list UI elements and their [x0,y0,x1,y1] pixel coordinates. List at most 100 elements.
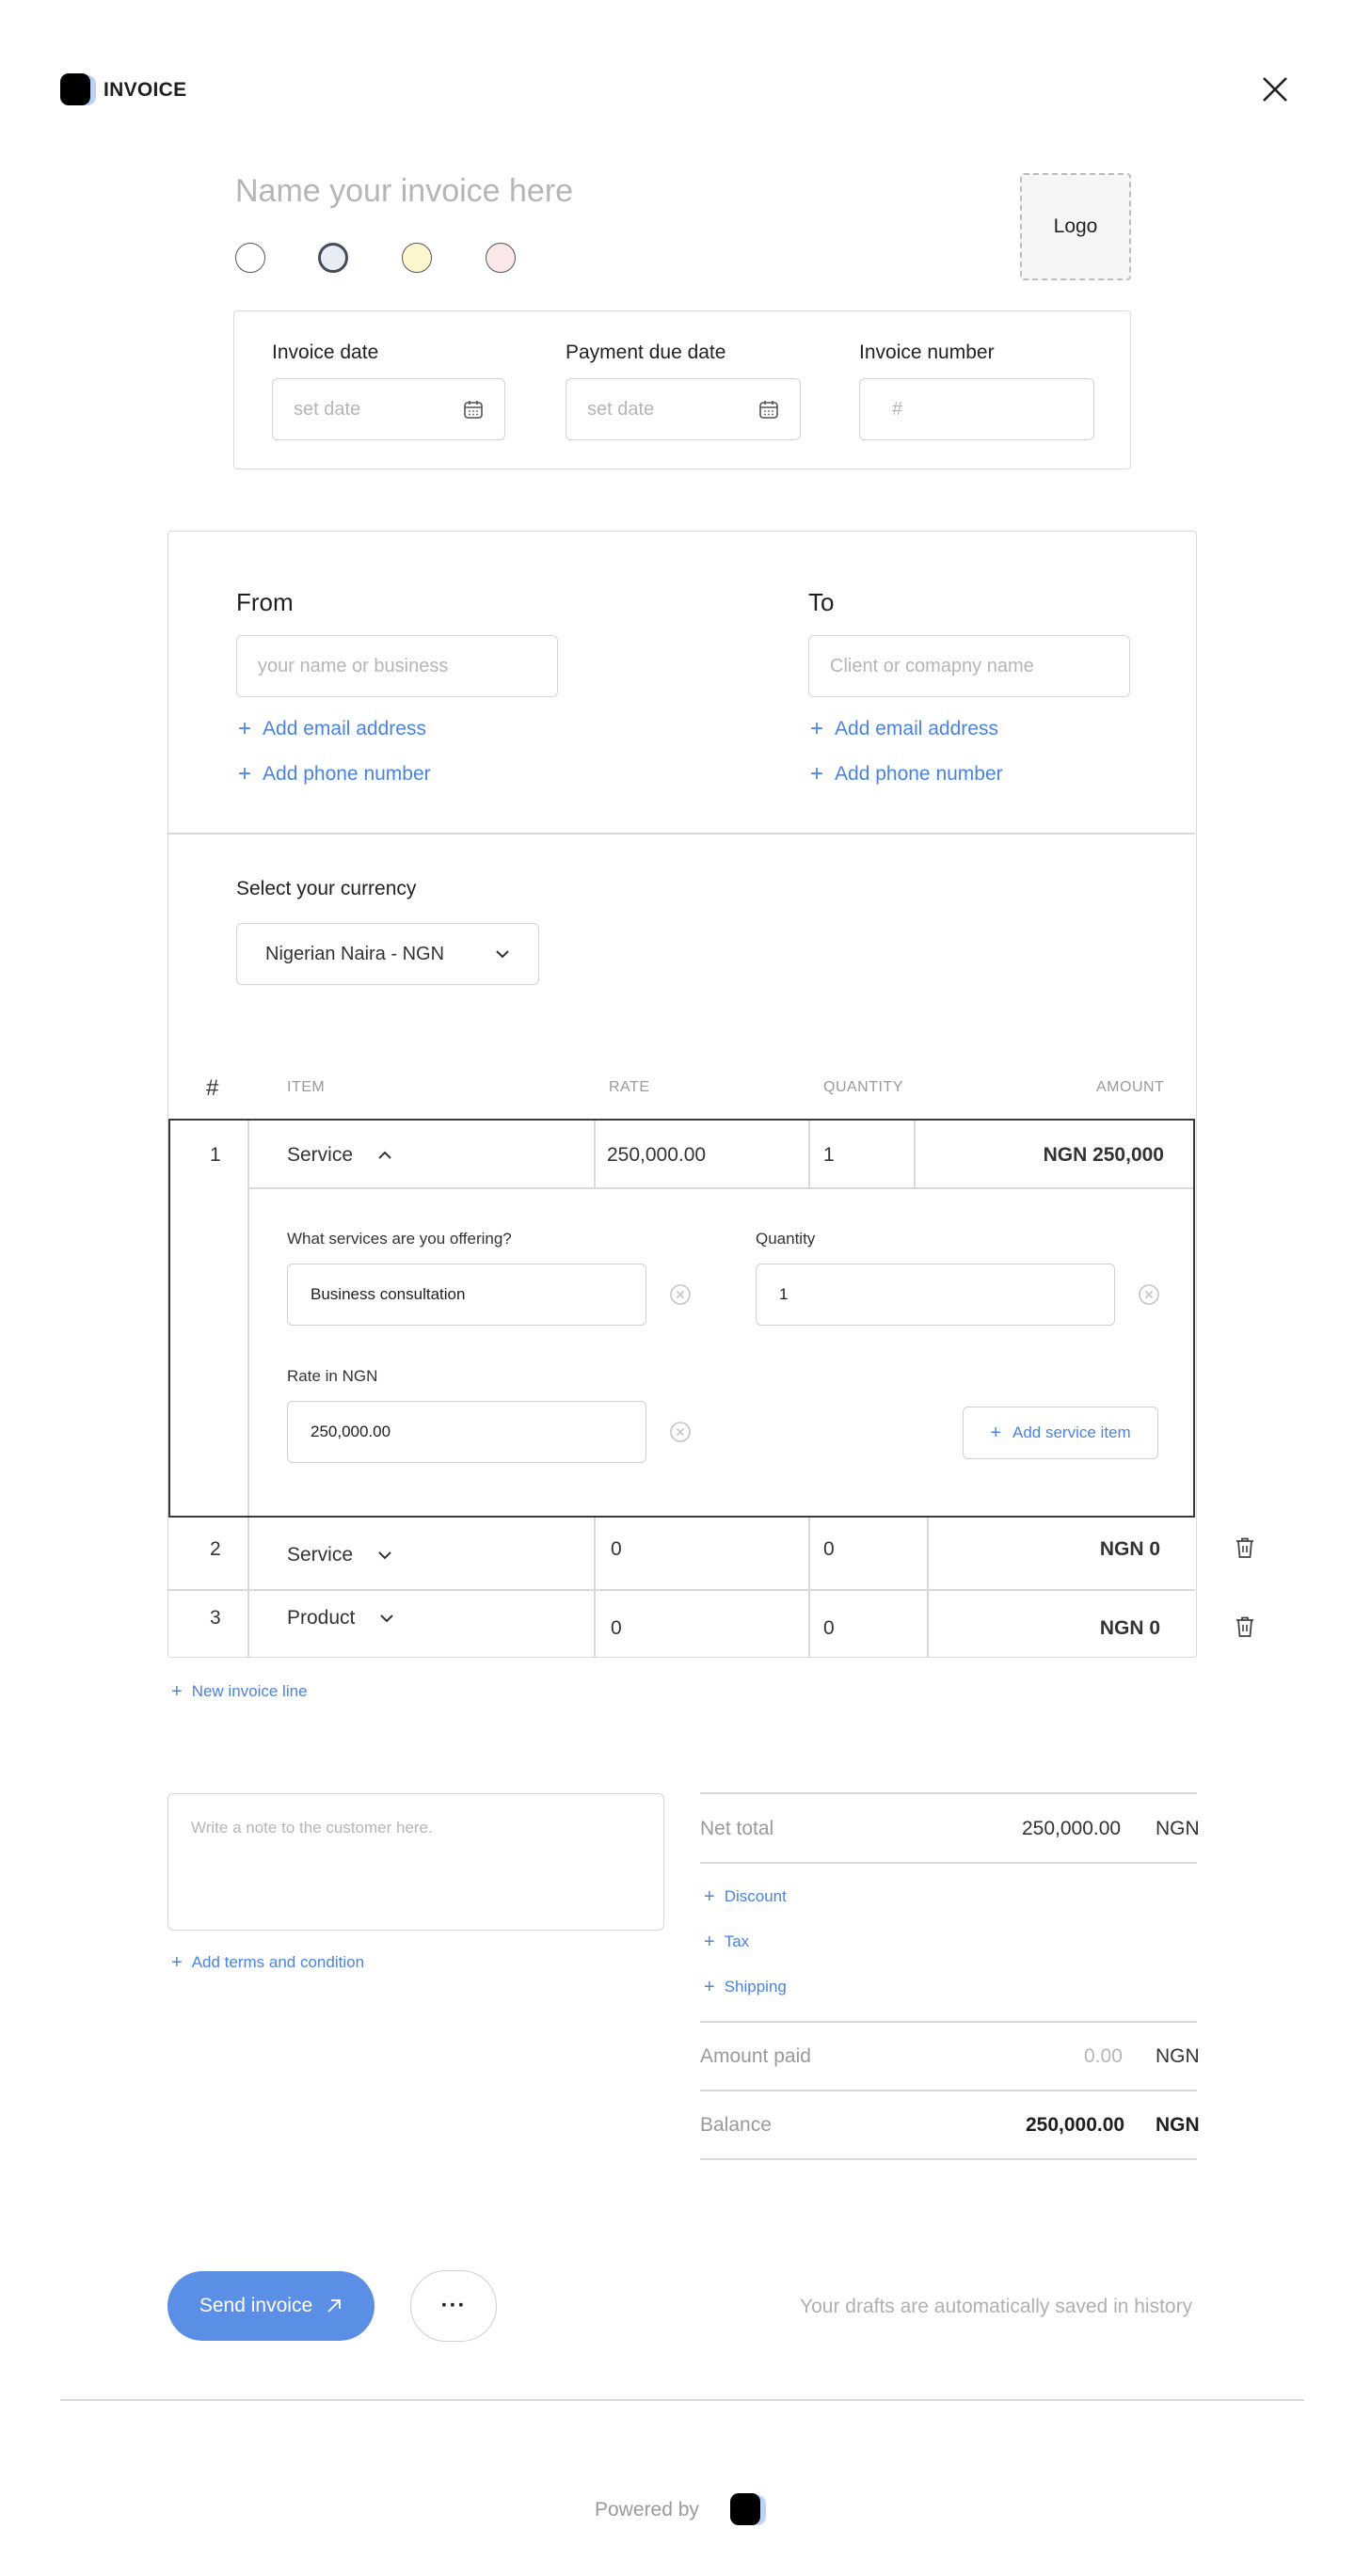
invoice-main-card: From your name or business + Add email a… [167,531,1197,1658]
color-swatch-yellow[interactable] [402,243,432,273]
send-invoice-button[interactable]: Send invoice [167,2271,375,2341]
drafts-note: Your drafts are automatically saved in h… [800,2296,1193,2317]
col-header-amount: AMOUNT [1096,1079,1165,1095]
more-icon: ··· [440,2293,467,2318]
footer-logo-icon [730,2493,766,2527]
add-discount-button[interactable]: + Discount [704,1887,787,1906]
calendar-icon [464,401,483,419]
plus-icon: + [704,1886,715,1907]
row-number: 1 [210,1144,221,1166]
from-name-input[interactable]: your name or business [236,635,558,697]
balance-value: 250,000.00 [1026,2114,1125,2136]
amount-paid-label: Amount paid [700,2045,811,2067]
due-date-placeholder: set date [587,398,655,420]
currency-selected: Nigerian Naira - NGN [265,943,445,964]
item-type-select[interactable]: Service [287,1544,392,1566]
quantity-cell[interactable]: 0 [823,1538,835,1561]
more-options-button[interactable]: ··· [410,2270,497,2342]
trash-icon[interactable] [1233,1535,1257,1560]
currency-label: Select your currency [236,878,417,899]
plus-icon: + [704,1932,715,1952]
net-total-label: Net total [700,1818,774,1839]
rate-cell[interactable]: 0 [611,1538,622,1561]
clear-icon[interactable] [669,1283,692,1306]
balance-currency: NGN [1156,2114,1200,2136]
item-type-label: Service [287,1544,354,1566]
invoice-number-field[interactable]: # [859,378,1094,440]
plus-icon: + [238,716,252,741]
footer-divider [60,2399,1304,2401]
from-name-placeholder: your name or business [258,655,449,676]
rate-cell[interactable]: 0 [611,1617,622,1640]
amount-cell: NGN 250,000 [1043,1144,1164,1166]
amount-paid-value[interactable]: 0.00 [1084,2045,1123,2068]
add-service-item-label: Add service item [1012,1423,1131,1441]
detail-quantity-value: 1 [779,1285,789,1303]
new-invoice-line-button[interactable]: + New invoice line [171,1682,308,1701]
plus-icon: + [810,716,824,741]
to-name-input[interactable]: Client or comapny name [808,635,1130,697]
add-tax-label: Tax [724,1932,750,1950]
net-total-currency: NGN [1156,1818,1200,1839]
from-add-phone[interactable]: + Add phone number [238,763,431,786]
item-type-select[interactable]: Service [287,1144,392,1167]
brand-name: INVOICE [104,79,187,101]
add-shipping-button[interactable]: + Shipping [704,1978,787,1996]
add-terms-button[interactable]: + Add terms and condition [171,1953,364,1972]
invoice-date-label: Invoice date [272,342,379,363]
detail-quantity-input[interactable]: 1 [756,1264,1115,1326]
color-swatch-white[interactable] [235,243,265,273]
from-add-email[interactable]: + Add email address [238,718,426,740]
amount-paid-currency: NGN [1156,2045,1200,2067]
chevron-up-icon [378,1151,391,1159]
new-invoice-line-label: New invoice line [191,1682,308,1700]
col-header-rate: RATE [609,1079,650,1095]
trash-icon[interactable] [1233,1614,1257,1639]
col-header-item: ITEM [287,1079,326,1095]
clear-icon[interactable] [1138,1283,1160,1306]
col-header-num: # [206,1075,219,1101]
to-add-phone[interactable]: + Add phone number [810,763,1003,786]
quantity-cell[interactable]: 0 [823,1617,835,1640]
services-label: What services are you offering? [287,1230,512,1248]
chevron-down-icon [496,950,509,959]
add-service-item-button[interactable]: + Add service item [963,1407,1158,1459]
color-swatch-blue[interactable] [318,243,348,273]
currency-select[interactable]: Nigerian Naira - NGN [236,923,539,985]
color-swatch-pink[interactable] [486,243,516,273]
services-input[interactable]: Business consultation [287,1264,646,1326]
invoice-name-input[interactable]: Name your invoice here [235,173,573,210]
item-type-label: Product [287,1607,356,1629]
calendar-icon [759,401,778,419]
to-title: To [808,588,835,616]
amount-cell: NGN 0 [1099,1617,1160,1639]
services-value: Business consultation [311,1285,466,1303]
due-date-field[interactable]: set date [566,378,801,440]
clear-icon[interactable] [669,1421,692,1443]
rate-cell[interactable]: 250,000.00 [607,1144,706,1167]
balance-label: Balance [700,2114,772,2136]
amount-cell: NGN 0 [1099,1538,1160,1560]
plus-icon: + [171,1952,183,1973]
invoice-date-field[interactable]: set date [272,378,505,440]
to-add-email-label: Add email address [835,718,998,739]
item-type-select[interactable]: Product [287,1607,394,1630]
rate-value: 250,000.00 [311,1423,391,1440]
add-tax-button[interactable]: + Tax [704,1932,749,1951]
dates-card: Invoice date set date Payment due date s… [233,310,1131,469]
rate-input[interactable]: 250,000.00 [287,1401,646,1463]
brand-logo-icon [60,73,96,107]
plus-icon: + [238,761,252,787]
send-invoice-label: Send invoice [199,2295,313,2316]
quantity-cell[interactable]: 1 [823,1144,835,1167]
logo-upload[interactable]: Logo [1020,173,1131,280]
add-discount-label: Discount [724,1887,787,1905]
plus-icon: + [810,761,824,787]
rate-label: Rate in NGN [287,1367,378,1385]
chevron-down-icon [378,1551,391,1560]
row-number: 2 [210,1538,221,1560]
close-icon[interactable] [1261,75,1289,103]
row-number: 3 [210,1607,221,1629]
to-add-email[interactable]: + Add email address [810,718,998,740]
note-textarea[interactable]: Write a note to the customer here. [167,1793,664,1931]
